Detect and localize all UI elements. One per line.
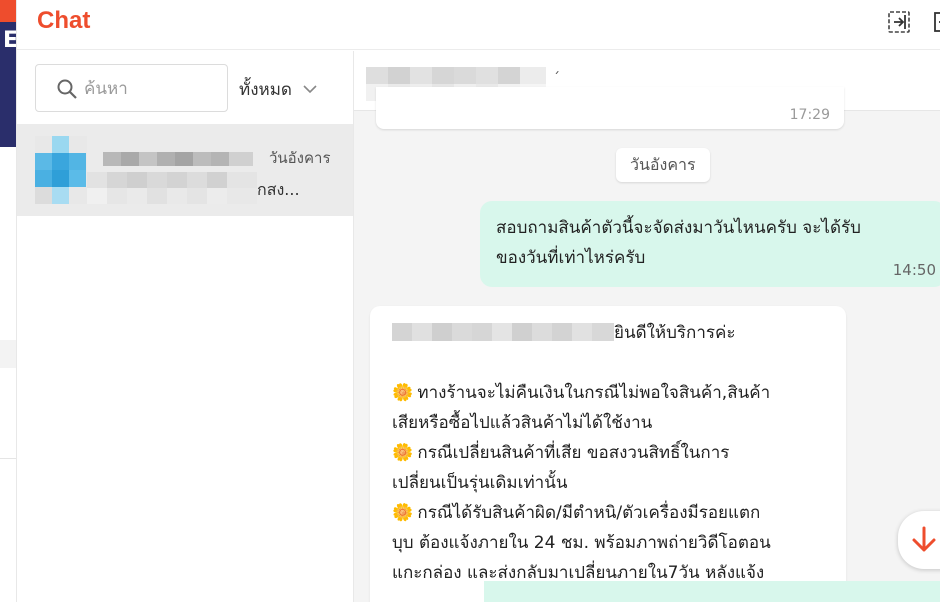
filter-dropdown[interactable]: ทั้งหมด xyxy=(239,75,318,103)
policy-line: 🌼 ทางร้านจะไม่คืนเงินในกรณีไม่พอใจสินค้า… xyxy=(392,378,824,408)
background-banner: E xyxy=(0,22,18,147)
policy-text: กรณีเปลี่ยนสินค้าที่เสีย ขอสงวนสิทธิ์ในก… xyxy=(412,443,730,463)
message-preview-blurred xyxy=(87,172,257,204)
conversation-date: วันอังคาร xyxy=(269,149,331,167)
conversation-sidebar: ทั้งหมด xyxy=(17,51,354,602)
policy-line: 🌼 กรณีได้รับสินค้าผิด/มีตำหนิ/ตัวเครื่อง… xyxy=(392,498,824,528)
conversation-pane: ́ 17:29 วันอังคาร สอบถามสินค้าตัวนี้จะจั… xyxy=(354,51,940,602)
exit-icon[interactable] xyxy=(887,10,911,34)
chat-window: Chat ทั้งหมด xyxy=(16,0,940,602)
policy-text: กรณีได้รับสินค้าผิด/มีตำหนิ/ตัวเครื่องมี… xyxy=(412,503,761,523)
chat-title: Chat xyxy=(37,7,91,34)
outgoing-message: สอบถามสินค้าตัวนี้จะจัดส่งมาวันไหนครับ จ… xyxy=(480,201,940,287)
day-divider: วันอังคาร xyxy=(616,148,710,182)
conversation-item[interactable]: วันอังคาร กสง... xyxy=(17,124,353,216)
chat-header: Chat xyxy=(17,0,940,50)
background-gray-band xyxy=(0,340,16,368)
scroll-to-bottom-button[interactable] xyxy=(898,511,940,569)
flower-icon: 🌼 xyxy=(392,383,414,403)
background-page: E xyxy=(0,0,18,602)
arrow-down-icon xyxy=(912,526,936,552)
policy-line: 🌼 กรณีเปลี่ยนสินค้าที่เสีย ขอสงวนสิทธิ์ใ… xyxy=(392,438,824,468)
chevron-down-icon xyxy=(303,85,317,94)
flower-icon: 🌼 xyxy=(392,503,414,523)
search-box xyxy=(35,64,228,112)
avatar xyxy=(35,136,87,204)
search-icon xyxy=(57,79,77,99)
previous-message: 17:29 xyxy=(376,87,844,129)
conversation-preview: กสง... xyxy=(257,180,300,199)
policy-line: บุบ ต้องแจ้งภายใน 24 ชม. พร้อมภาพถ่ายวิด… xyxy=(392,533,771,553)
outgoing-message-line: ของวันที่เท่าไหร่ครับ xyxy=(496,248,646,268)
policy-line: เปลี่ยนเป็นรุ่นเดิมเท่านั้น xyxy=(392,473,568,493)
policy-text: ทางร้านจะไม่คืนเงินในกรณีไม่พอใจสินค้า,ส… xyxy=(412,383,771,403)
incoming-greeting-line: ยินดีให้บริการค่ะ xyxy=(392,318,824,348)
outgoing-message-line: สอบถามสินค้าตัวนี้จะจัดส่งมาวันไหนครับ จ… xyxy=(496,218,861,238)
search-input[interactable] xyxy=(84,75,219,103)
incoming-message: ยินดีให้บริการค่ะ 🌼 ทางร้านจะไม่คืนเงินใ… xyxy=(370,306,846,602)
outgoing-message-time: 14:50 xyxy=(892,261,936,279)
filter-label: ทั้งหมด xyxy=(239,79,292,100)
background-divider xyxy=(0,458,16,459)
next-outgoing-message-partial xyxy=(484,581,940,602)
sender-name-blurred xyxy=(392,323,614,341)
flower-icon: 🌼 xyxy=(392,443,414,463)
previous-message-time: 17:29 xyxy=(789,107,830,123)
contact-name-blurred xyxy=(103,152,253,166)
greeting-text: ยินดีให้บริการค่ะ xyxy=(614,323,736,343)
background-orange-bar xyxy=(0,0,16,22)
policy-line: เสียหรือซื้อไปแล้วสินค้าไม่ได้ใช้งาน xyxy=(392,413,653,433)
minimize-icon[interactable] xyxy=(933,10,940,34)
